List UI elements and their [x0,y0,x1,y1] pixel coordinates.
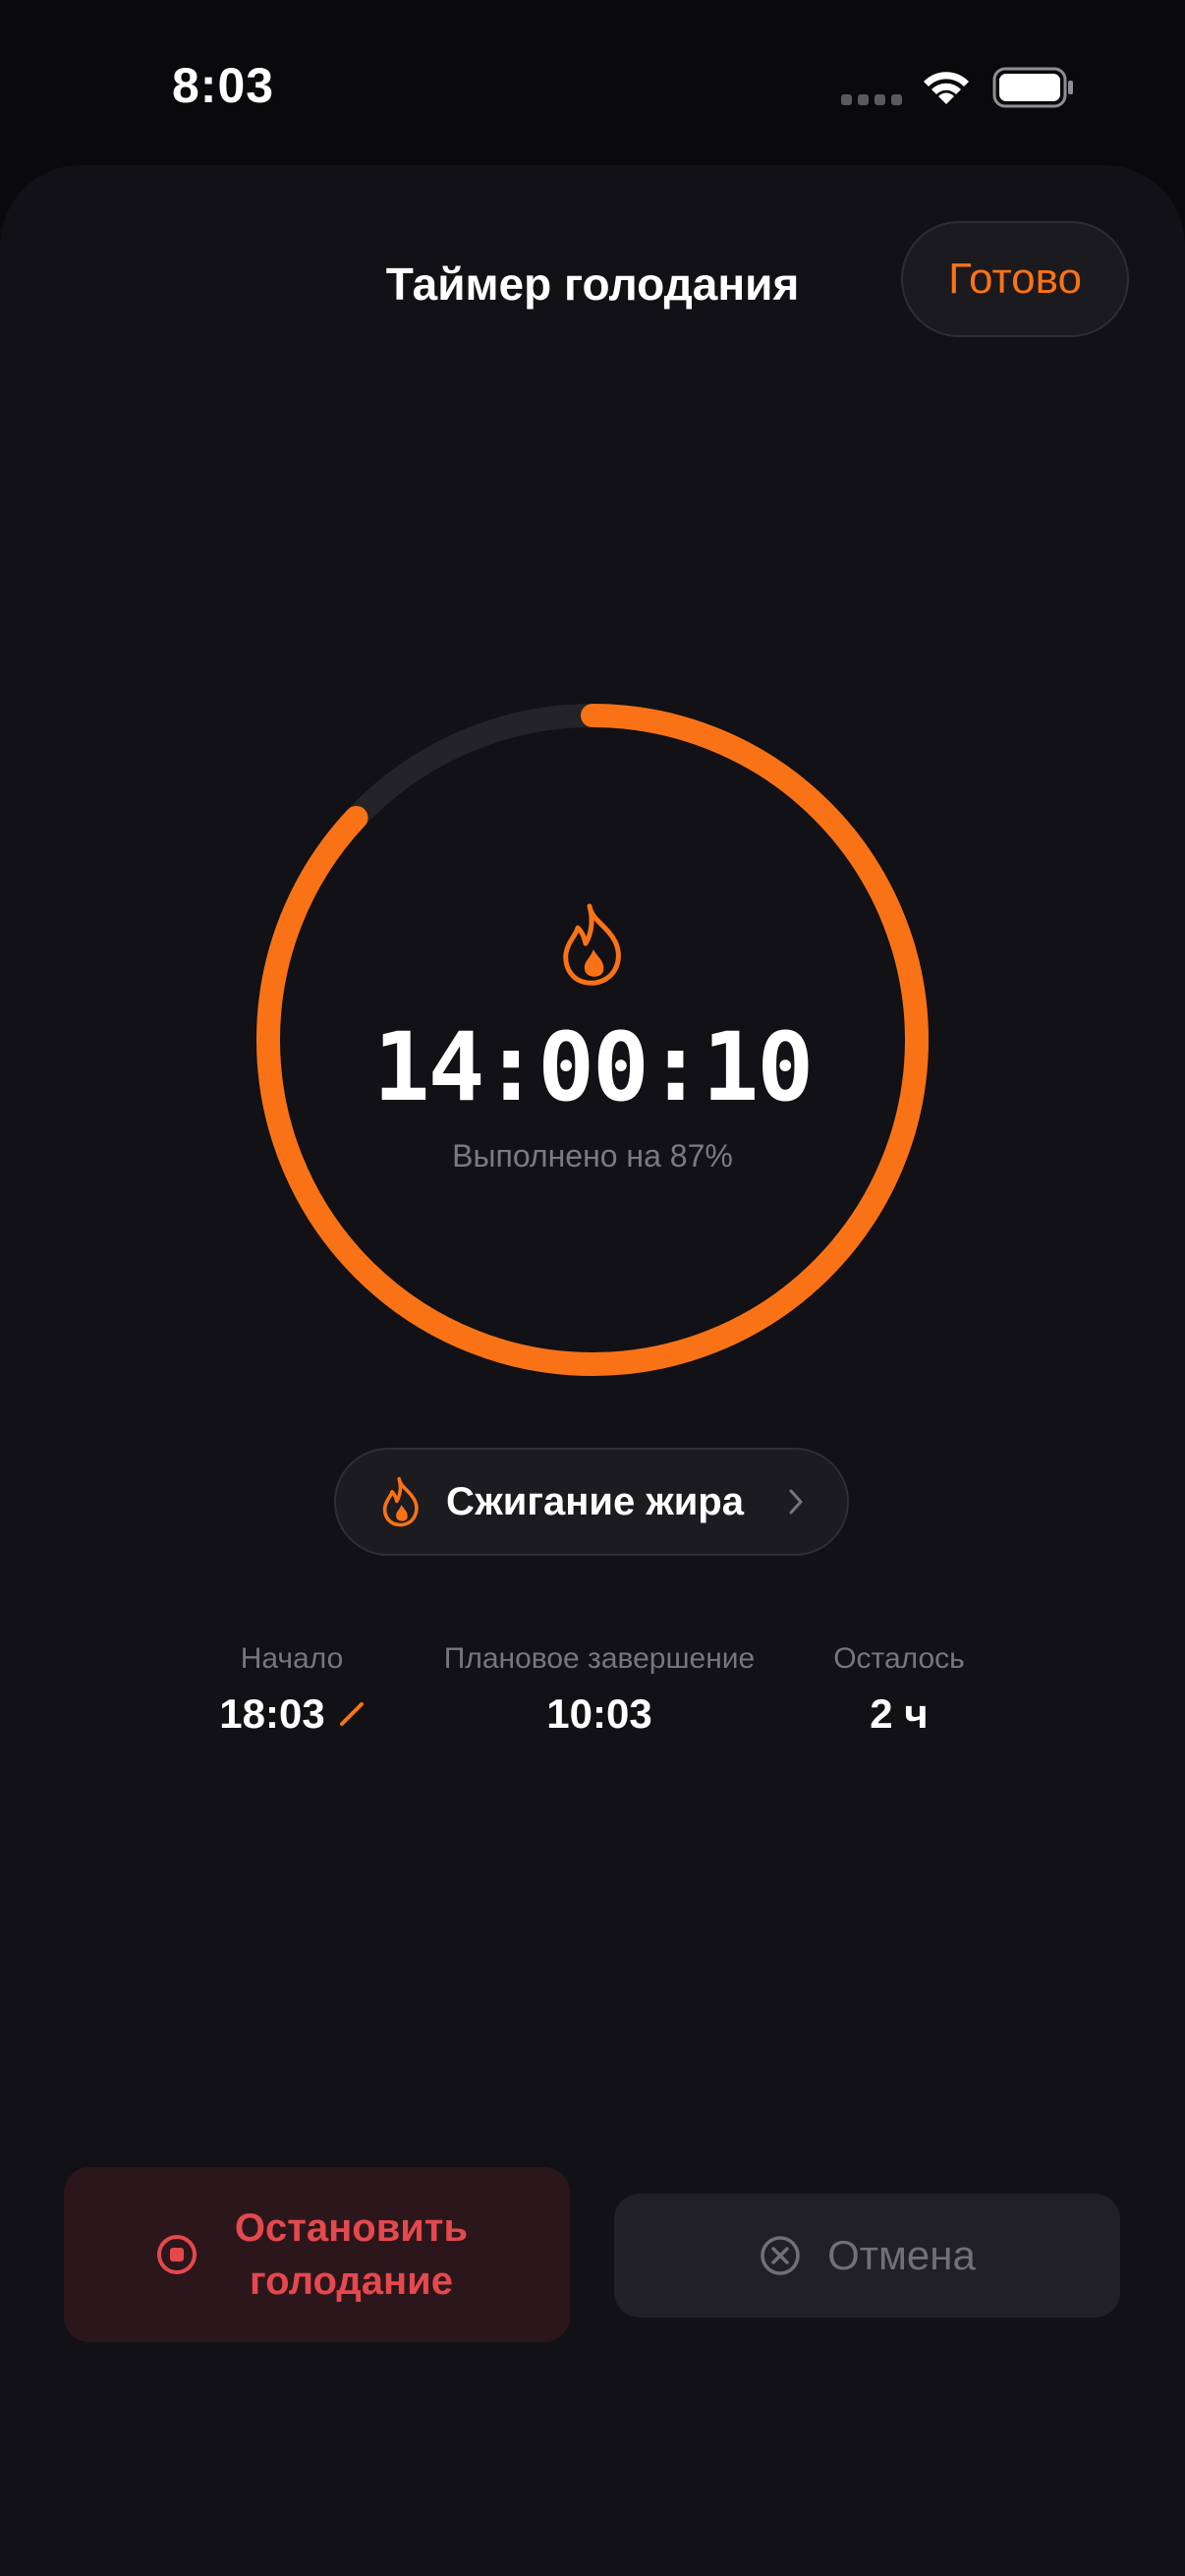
pencil-icon[interactable] [339,1701,365,1727]
planned-end-value: 10:03 [546,1690,652,1737]
wifi-icon [924,72,969,104]
flame-icon [382,1476,419,1527]
start-label: Начало [240,1642,344,1675]
remaining-info: Осталось 2 ч [801,1639,997,1740]
stop-fasting-button[interactable]: Остановить голодание [64,2167,570,2342]
stop-fasting-label: Остановить голодание [234,2206,469,2303]
cancel-button[interactable]: Отмена [614,2194,1120,2318]
progress-label: Выполнено на 87% [452,1138,733,1174]
stop-circle-icon [156,2235,197,2274]
battery-icon [992,67,1073,108]
chevron-right-icon [789,1489,803,1515]
remaining-value: 2 ч [870,1690,929,1737]
status-bar: 8:03 [0,0,1185,167]
status-time: 8:03 [172,58,275,113]
start-time-info[interactable]: Начало 18:03 [194,1639,390,1740]
cancel-label: Отмена [827,2232,976,2278]
flame-icon [563,903,621,986]
planned-end-info: Плановое завершение 10:03 [418,1639,781,1740]
screen: 8:03 Таймер голодания Готово 14:00:10 Вы… [0,0,1185,2576]
fasting-stage-button[interactable]: Сжигание жира [334,1448,849,1556]
done-button[interactable]: Готово [901,221,1129,337]
cellular-signal-icon [841,94,902,105]
remaining-label: Осталось [833,1642,965,1675]
elapsed-timer: 14:00:10 [372,1012,814,1122]
x-circle-icon [761,2236,800,2275]
start-value: 18:03 [219,1690,325,1737]
fasting-stage-label: Сжигание жира [446,1480,744,1523]
planned-end-label: Плановое завершение [443,1642,756,1675]
